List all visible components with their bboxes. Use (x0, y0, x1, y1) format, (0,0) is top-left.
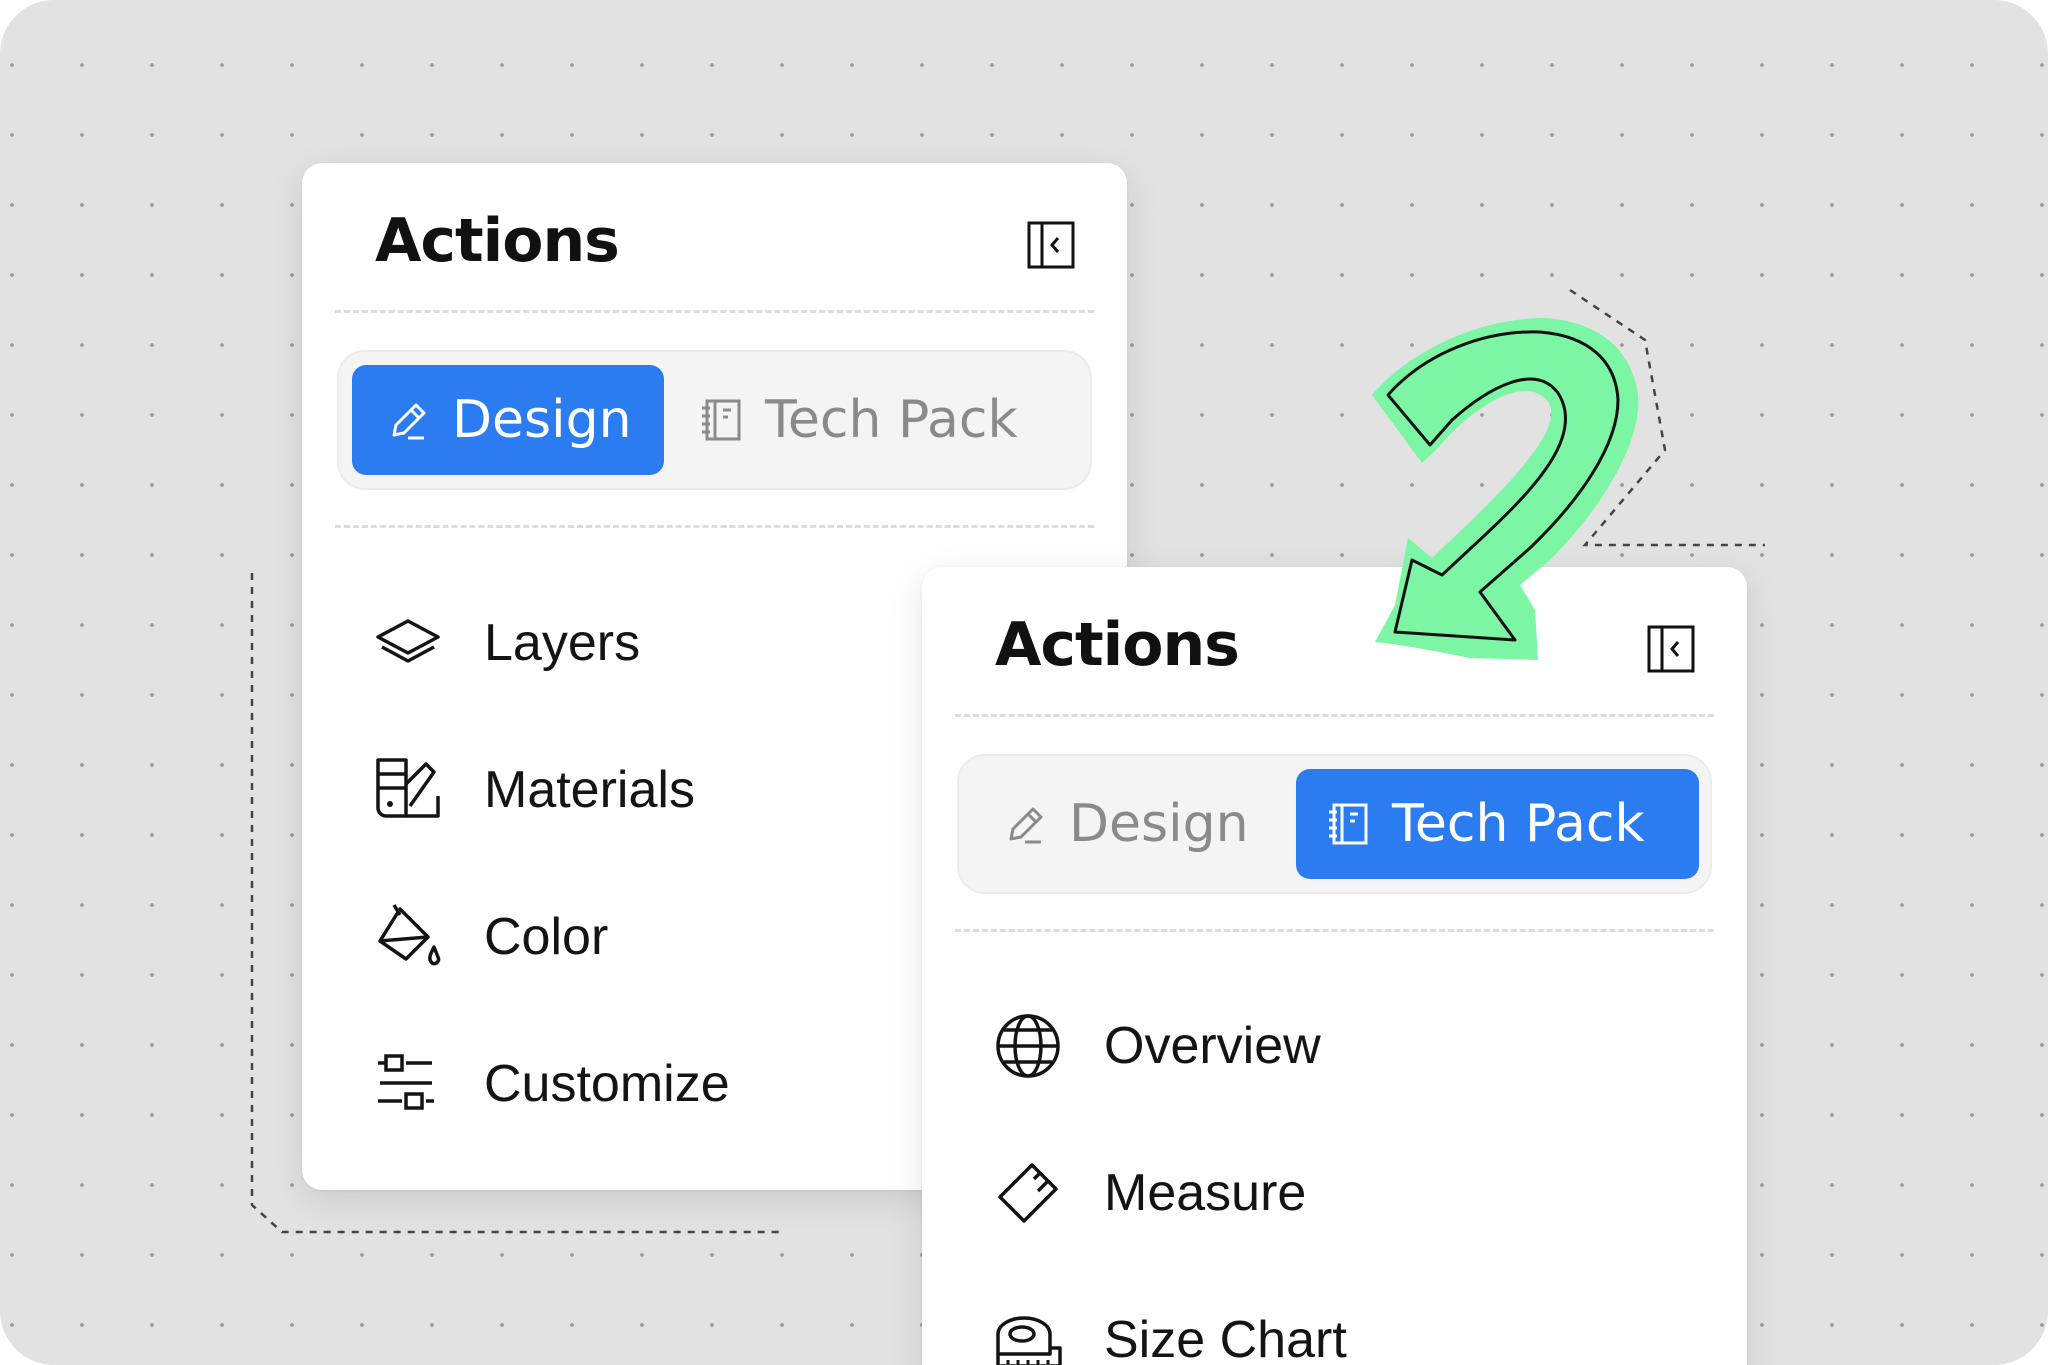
globe-icon (996, 1014, 1060, 1078)
panel-title: Actions (995, 610, 1240, 680)
divider (955, 714, 1714, 717)
tape-measure-icon (996, 1316, 1062, 1365)
customize-icon (378, 1054, 434, 1110)
collapse-sidebar-icon[interactable] (1647, 625, 1695, 673)
divider (335, 310, 1094, 313)
layers-icon (376, 619, 440, 663)
tab-design-label: Design (1069, 794, 1249, 854)
menu-item-label: Color (484, 908, 609, 966)
menu-item-customize[interactable]: Customize (372, 1044, 730, 1124)
notebook-icon (702, 399, 741, 441)
menu-item-overview[interactable]: Overview (992, 1006, 1321, 1086)
tab-tech-pack-label: Tech Pack (1392, 794, 1645, 854)
actions-panel-tech-pack: Actions Design Tech Pack Overview Measur… (922, 567, 1747, 1365)
menu-item-color[interactable]: Color (372, 897, 608, 977)
divider (335, 525, 1094, 528)
tab-tech-pack[interactable]: Tech Pack (699, 365, 1018, 475)
menu-item-size-chart[interactable]: Size Chart (992, 1300, 1347, 1365)
menu-item-layers[interactable]: Layers (372, 603, 640, 683)
menu-item-measure[interactable]: Measure (992, 1153, 1306, 1233)
tab-tech-pack-label: Tech Pack (765, 390, 1018, 450)
notebook-icon (1329, 803, 1368, 845)
menu-item-materials[interactable]: Materials (372, 750, 695, 830)
paint-bucket-icon (378, 904, 441, 966)
menu-item-label: Customize (484, 1055, 730, 1113)
menu-item-label: Overview (1104, 1017, 1321, 1075)
menu-item-label: Layers (484, 614, 641, 672)
pencil-icon (1009, 807, 1043, 844)
divider (955, 929, 1714, 932)
menu-item-label: Materials (484, 761, 695, 819)
dashed-connector-right (1569, 288, 1765, 547)
tab-design[interactable]: Design (1003, 769, 1249, 879)
tab-design-label: Design (452, 390, 632, 450)
panel-title: Actions (375, 206, 620, 276)
tab-tech-pack[interactable]: Tech Pack (1296, 769, 1699, 879)
ruler-icon (998, 1163, 1058, 1223)
canvas-background: Actions Design Tech Pack Layers Material… (0, 0, 2048, 1365)
tab-design[interactable]: Design (352, 365, 664, 475)
collapse-sidebar-icon[interactable] (1027, 221, 1075, 269)
menu-item-label: Size Chart (1104, 1311, 1347, 1365)
menu-item-label: Measure (1104, 1164, 1307, 1222)
materials-icon (376, 758, 440, 818)
pencil-icon (392, 403, 426, 440)
mode-switcher: Design Tech Pack (337, 350, 1092, 490)
mode-switcher: Design Tech Pack (957, 754, 1712, 894)
